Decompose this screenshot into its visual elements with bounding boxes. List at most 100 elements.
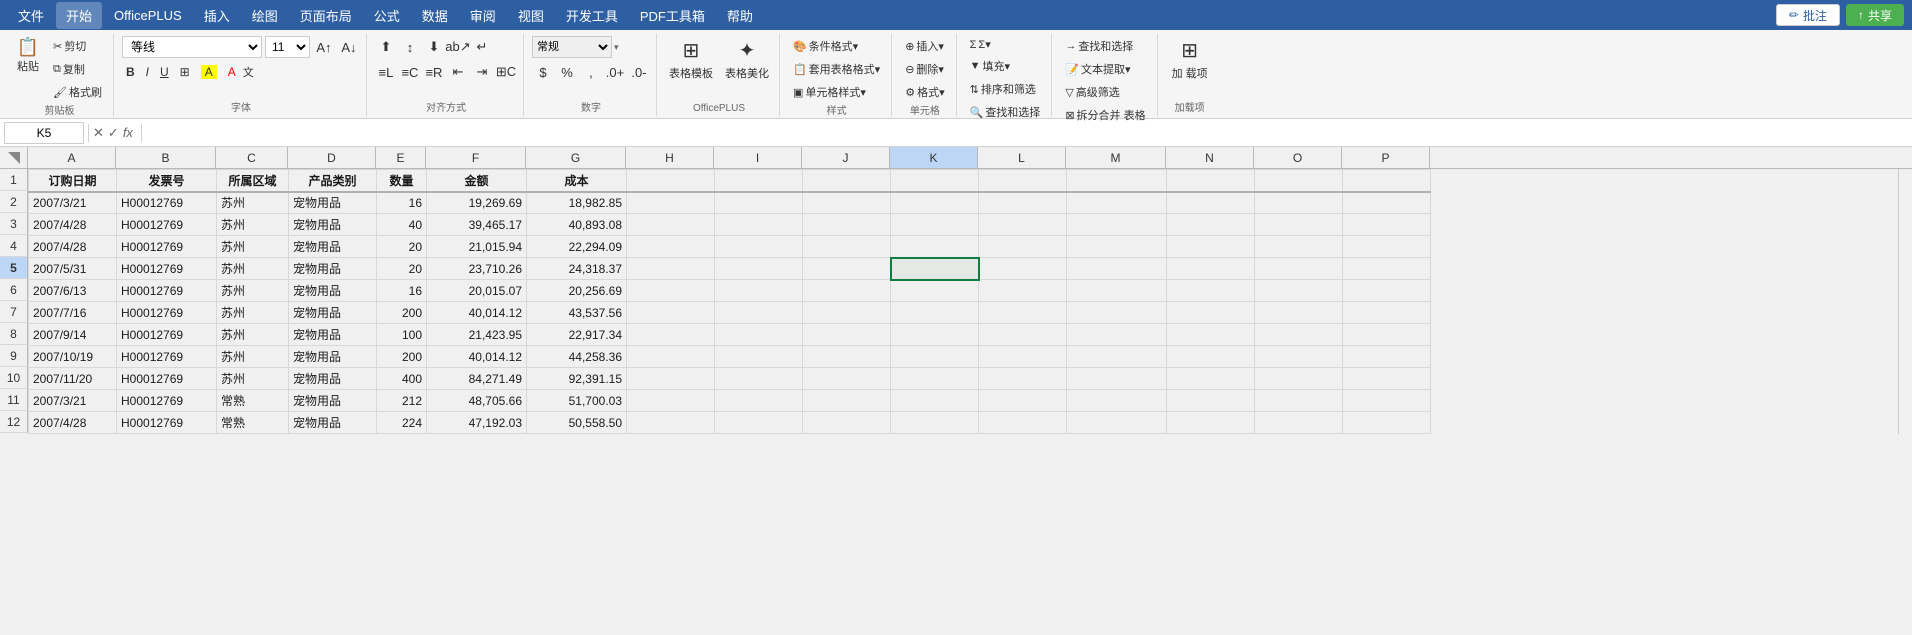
header-cell-4[interactable]: 数量 <box>377 170 427 192</box>
cell-r9-c0[interactable]: 2007/10/19 <box>29 346 117 368</box>
cell-r2-c3[interactable]: 宠物用品 <box>289 192 377 214</box>
cell-r11-c7[interactable] <box>627 390 715 412</box>
cell-r9-c14[interactable] <box>1255 346 1343 368</box>
cell-r3-c10[interactable] <box>891 214 979 236</box>
cell-r4-c4[interactable]: 20 <box>377 236 427 258</box>
col-header-g[interactable]: G <box>526 147 626 168</box>
cell-r2-c8[interactable] <box>715 192 803 214</box>
cell-r11-c1[interactable]: H00012769 <box>117 390 217 412</box>
cell-style-button[interactable]: ▣ 单元格样式▾ <box>788 82 885 102</box>
cell-r5-c5[interactable]: 23,710.26 <box>427 258 527 280</box>
cell-r11-c12[interactable] <box>1067 390 1167 412</box>
border-button[interactable]: ⊞ <box>176 61 194 83</box>
col-header-l[interactable]: L <box>978 147 1066 168</box>
cell-r3-c3[interactable]: 宠物用品 <box>289 214 377 236</box>
cell-r2-c5[interactable]: 19,269.69 <box>427 192 527 214</box>
font-size-increase-button[interactable]: A↑ <box>313 36 335 58</box>
cell-r7-c6[interactable]: 43,537.56 <box>527 302 627 324</box>
align-bottom-button[interactable]: ⬇ <box>423 36 445 58</box>
cell-r5-c0[interactable]: 2007/5/31 <box>29 258 117 280</box>
comma-button[interactable]: , <box>580 61 602 83</box>
table-template-button[interactable]: ⊞ 表格模板 <box>665 36 717 83</box>
cell-r12-c2[interactable]: 常熟 <box>217 412 289 434</box>
header-cell-7[interactable] <box>627 170 715 192</box>
cell-r9-c7[interactable] <box>627 346 715 368</box>
text-angle-button[interactable]: ab↗ <box>447 36 469 58</box>
text-extract-button[interactable]: 📝 文本提取▾ <box>1060 59 1150 79</box>
cut-button[interactable]: ✂ 剪切 <box>48 36 107 56</box>
format-painter-button[interactable]: 🖌 格式刷 <box>48 82 107 102</box>
cell-r5-c6[interactable]: 24,318.37 <box>527 258 627 280</box>
cell-r11-c8[interactable] <box>715 390 803 412</box>
menu-file[interactable]: 文件 <box>8 2 54 29</box>
col-header-i[interactable]: I <box>714 147 802 168</box>
header-cell-12[interactable] <box>1067 170 1167 192</box>
cell-r6-c11[interactable] <box>979 280 1067 302</box>
cell-r11-c13[interactable] <box>1167 390 1255 412</box>
fill-button[interactable]: ▼ 填充▾ <box>965 56 1046 76</box>
cell-r11-c0[interactable]: 2007/3/21 <box>29 390 117 412</box>
cell-r10-c4[interactable]: 400 <box>377 368 427 390</box>
increase-indent-button[interactable]: ⇥ <box>471 61 493 83</box>
cell-r4-c9[interactable] <box>803 236 891 258</box>
cell-r5-c13[interactable] <box>1167 258 1255 280</box>
cell-r5-c7[interactable] <box>627 258 715 280</box>
cell-r6-c14[interactable] <box>1255 280 1343 302</box>
col-header-a[interactable]: A <box>28 147 116 168</box>
cell-r11-c10[interactable] <box>891 390 979 412</box>
cell-r10-c1[interactable]: H00012769 <box>117 368 217 390</box>
cell-r12-c1[interactable]: H00012769 <box>117 412 217 434</box>
align-left-button[interactable]: ≡L <box>375 61 397 83</box>
cell-r3-c8[interactable] <box>715 214 803 236</box>
align-middle-button[interactable]: ↕ <box>399 36 421 58</box>
cell-r2-c11[interactable] <box>979 192 1067 214</box>
cell-r7-c13[interactable] <box>1167 302 1255 324</box>
cell-r3-c1[interactable]: H00012769 <box>117 214 217 236</box>
menu-pagelayout[interactable]: 页面布局 <box>290 2 362 29</box>
cell-r7-c3[interactable]: 宠物用品 <box>289 302 377 324</box>
cell-r8-c8[interactable] <box>715 324 803 346</box>
cell-r9-c13[interactable] <box>1167 346 1255 368</box>
cell-r8-c0[interactable]: 2007/9/14 <box>29 324 117 346</box>
header-cell-0[interactable]: 订购日期 <box>29 170 117 192</box>
cell-r3-c15[interactable] <box>1343 214 1431 236</box>
row-header-3[interactable]: 3 <box>0 213 28 235</box>
cell-r4-c6[interactable]: 22,294.09 <box>527 236 627 258</box>
cell-r7-c7[interactable] <box>627 302 715 324</box>
sort-filter-button[interactable]: ⇅ 排序和筛选 <box>965 79 1046 99</box>
cell-r10-c9[interactable] <box>803 368 891 390</box>
cell-r2-c14[interactable] <box>1255 192 1343 214</box>
cell-r6-c7[interactable] <box>627 280 715 302</box>
cell-r12-c7[interactable] <box>627 412 715 434</box>
menu-review[interactable]: 审阅 <box>460 2 506 29</box>
font-name-select[interactable]: 等线 <box>122 36 262 58</box>
font-size-decrease-button[interactable]: A↓ <box>338 36 360 58</box>
cell-r8-c11[interactable] <box>979 324 1067 346</box>
formula-function-icon[interactable]: fx <box>123 125 133 140</box>
cell-r2-c0[interactable]: 2007/3/21 <box>29 192 117 214</box>
menu-pdf[interactable]: PDF工具箱 <box>630 2 715 29</box>
cell-r3-c0[interactable]: 2007/4/28 <box>29 214 117 236</box>
cell-reference-input[interactable] <box>4 122 84 144</box>
row-header-10[interactable]: 10 <box>0 367 28 389</box>
cell-r9-c2[interactable]: 苏州 <box>217 346 289 368</box>
cell-r3-c5[interactable]: 39,465.17 <box>427 214 527 236</box>
bold-button[interactable]: B <box>122 61 139 83</box>
col-header-k[interactable]: K <box>890 147 978 168</box>
cell-r10-c13[interactable] <box>1167 368 1255 390</box>
cell-r3-c13[interactable] <box>1167 214 1255 236</box>
header-cell-15[interactable] <box>1343 170 1431 192</box>
cell-r6-c1[interactable]: H00012769 <box>117 280 217 302</box>
cell-r6-c15[interactable] <box>1343 280 1431 302</box>
cell-r12-c10[interactable] <box>891 412 979 434</box>
cell-r2-c6[interactable]: 18,982.85 <box>527 192 627 214</box>
row-header-9[interactable]: 9 <box>0 345 28 367</box>
menu-view[interactable]: 视图 <box>508 2 554 29</box>
cell-r10-c14[interactable] <box>1255 368 1343 390</box>
cell-r5-c10[interactable] <box>891 258 979 280</box>
cell-r12-c6[interactable]: 50,558.50 <box>527 412 627 434</box>
cell-r9-c5[interactable]: 40,014.12 <box>427 346 527 368</box>
row-header-5[interactable]: 5 <box>0 257 28 279</box>
cell-r7-c2[interactable]: 苏州 <box>217 302 289 324</box>
cell-r2-c9[interactable] <box>803 192 891 214</box>
